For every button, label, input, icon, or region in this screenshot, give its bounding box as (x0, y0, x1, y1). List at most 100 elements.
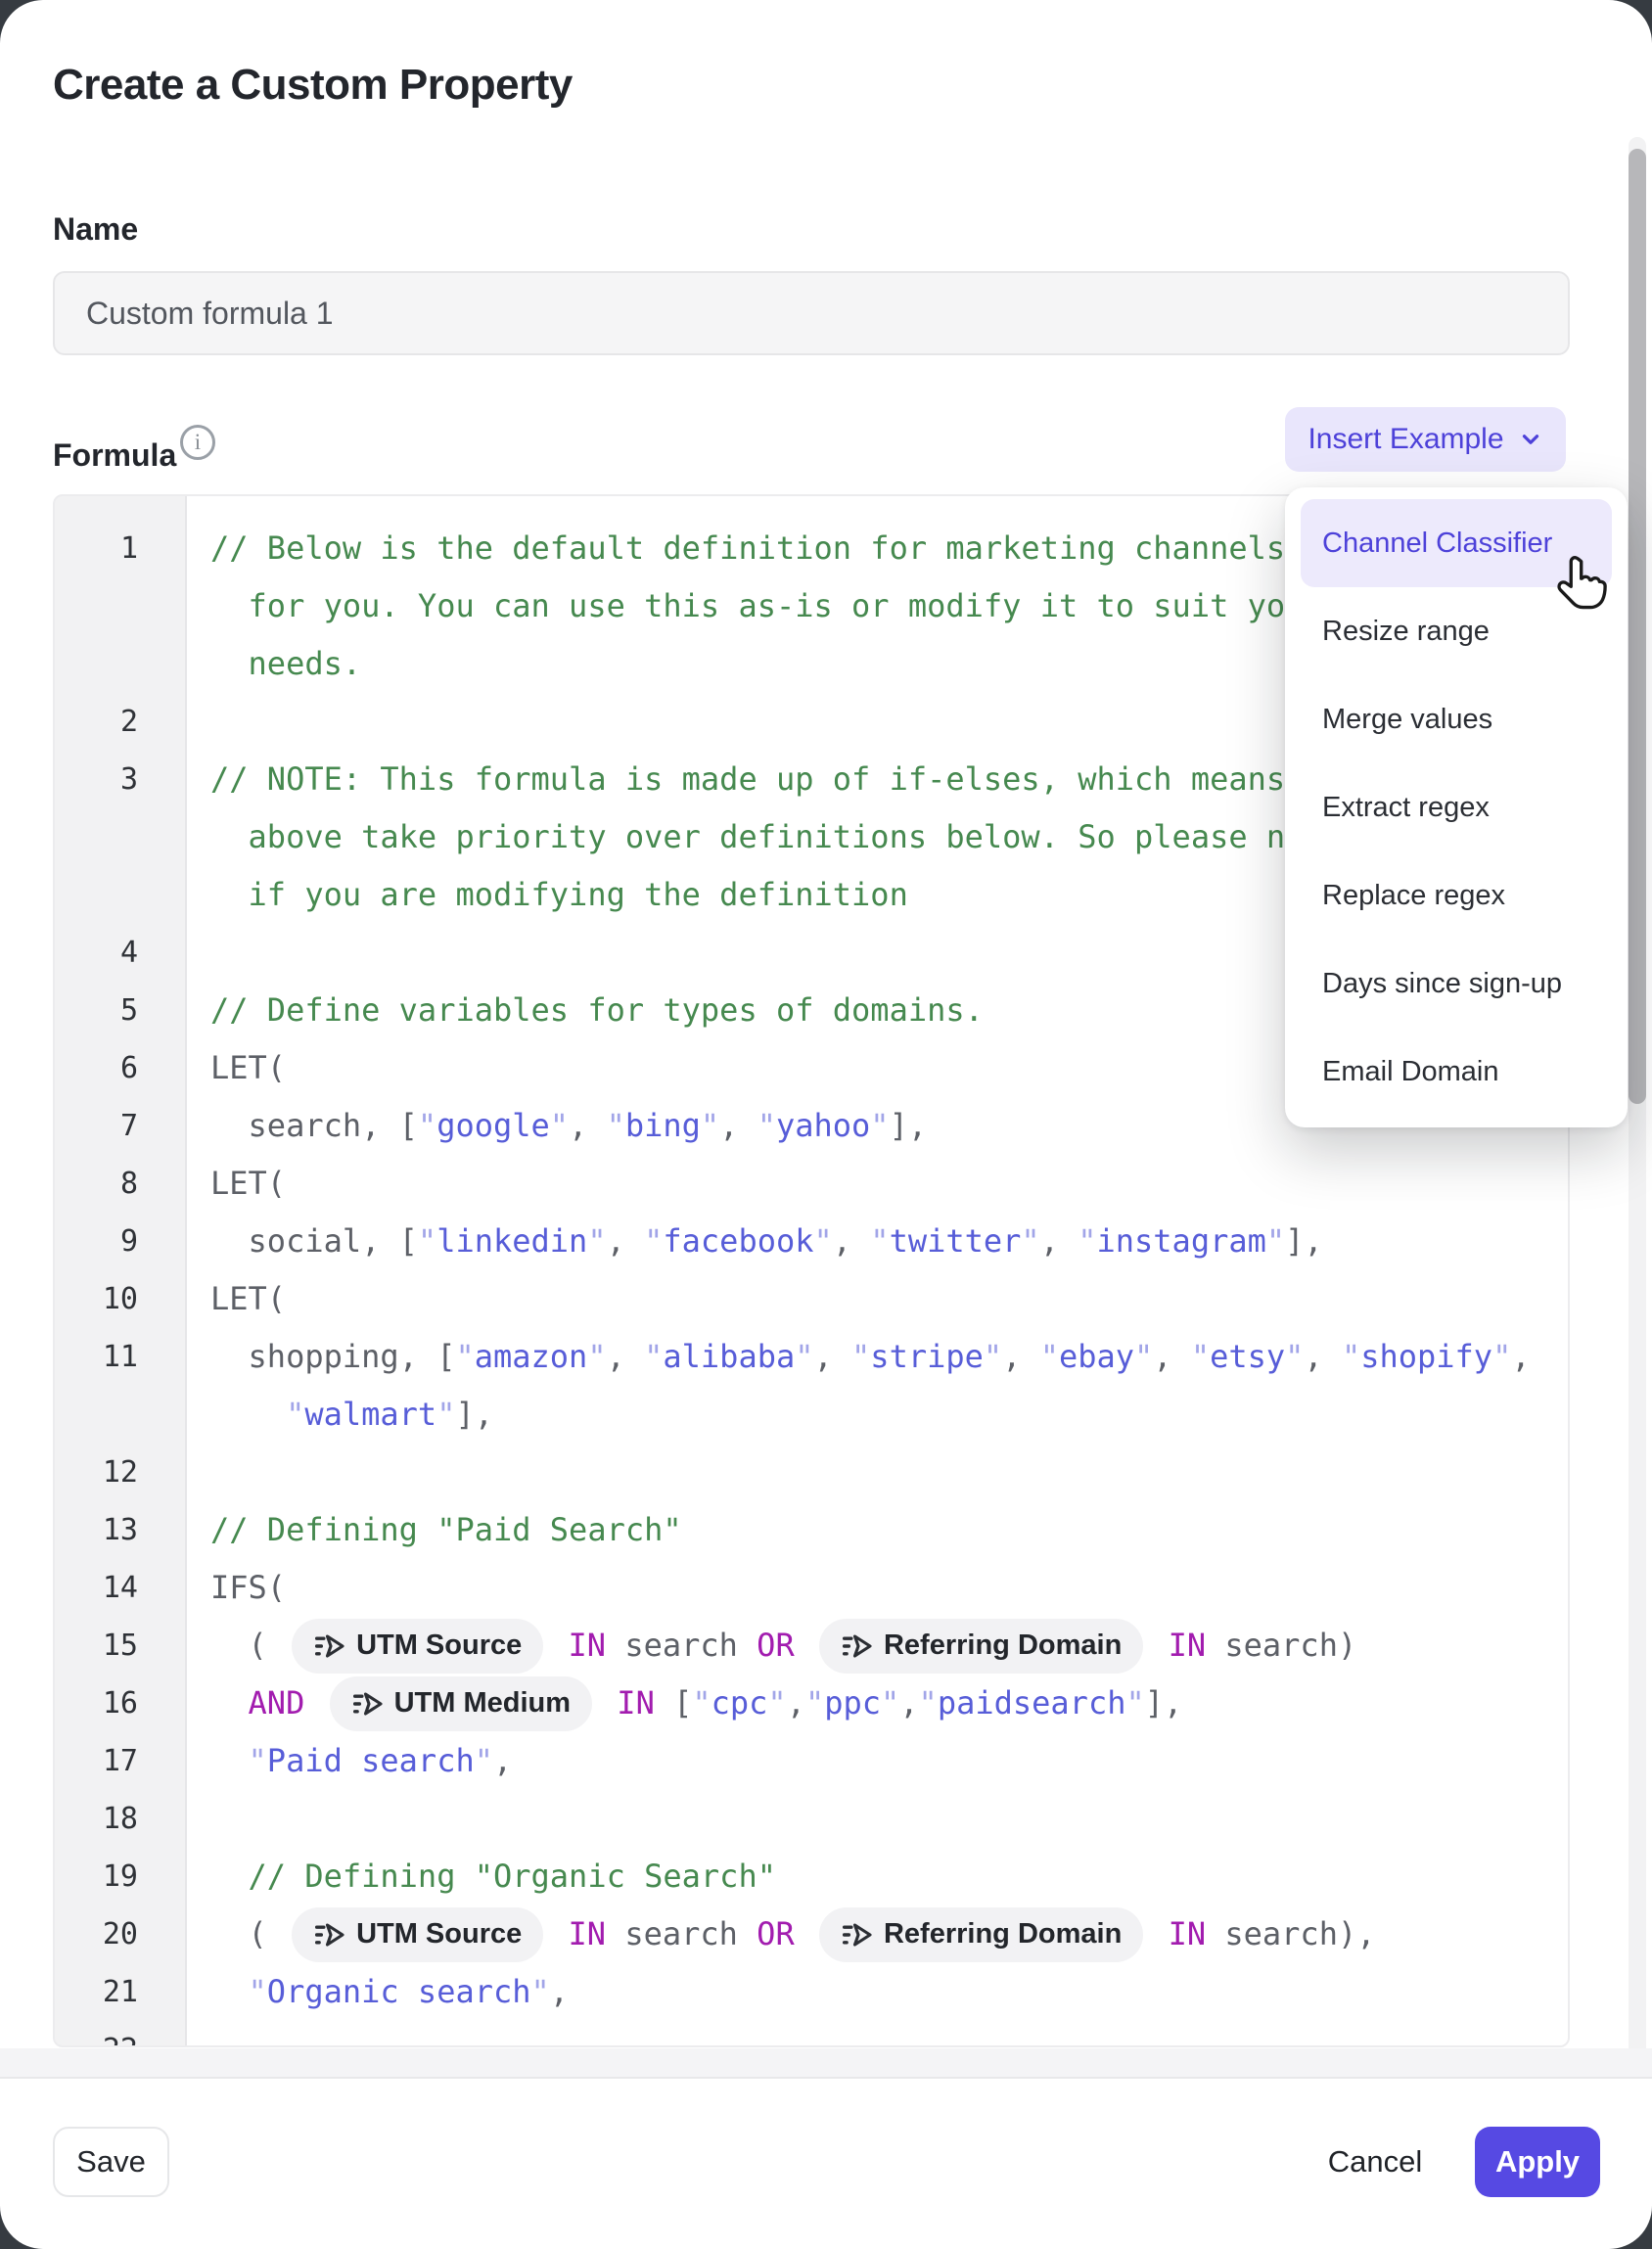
code-token: " (1021, 1213, 1039, 1270)
code-line: // Defining "Organic Search" (187, 1848, 776, 1905)
insert-example-label: Insert Example (1308, 423, 1503, 456)
code-token: " (692, 1675, 711, 1732)
dropdown-item-days-since-sign-up[interactable]: Days since sign-up (1301, 940, 1612, 1028)
code-row: 9 social, ["linkedin", "facebook", "twit… (55, 1213, 1568, 1270)
save-button[interactable]: Save (53, 2127, 169, 2197)
code-token: " (644, 1213, 663, 1270)
property-chip-label: Referring Domain (884, 1617, 1122, 1675)
code-token: etsy (1210, 1328, 1285, 1386)
line-number: 2 (55, 705, 187, 739)
property-icon (313, 1630, 344, 1662)
dropdown-item-channel-classifier[interactable]: Channel Classifier (1301, 499, 1612, 587)
code-token: " (919, 1675, 938, 1732)
code-token: " (1266, 1213, 1285, 1270)
code-token: ebay (1059, 1328, 1134, 1386)
code-token: stripe (870, 1328, 984, 1386)
code-token: ], (1145, 1675, 1183, 1732)
code-token: " (587, 1213, 606, 1270)
code-token: search) (1224, 1617, 1356, 1675)
dropdown-item-merge-values[interactable]: Merge values (1301, 675, 1612, 763)
property-chip[interactable]: Referring Domain (819, 1907, 1143, 1962)
code-token: " (757, 1097, 776, 1155)
name-input[interactable] (53, 271, 1570, 355)
code-token: cpc (711, 1675, 768, 1732)
code-line: ( UTM Source IN search OR Referring Doma… (187, 1617, 1356, 1675)
code-line: // Define variables for types of domains… (187, 982, 984, 1039)
code-token: linkedin (436, 1213, 587, 1270)
code-token: , (719, 1097, 757, 1155)
cancel-button[interactable]: Cancel (1311, 2127, 1439, 2197)
code-row: 14IFS( (55, 1559, 1568, 1617)
code-line: LET( (187, 1155, 286, 1213)
line-number: 20 (55, 1917, 187, 1951)
code-line: for you. You can use this as-is or modif… (187, 577, 1323, 635)
property-chip-label: UTM Medium (394, 1675, 571, 1732)
code-token: bing (625, 1097, 701, 1155)
code-token: paidsearch (938, 1675, 1126, 1732)
dropdown-item-email-domain[interactable]: Email Domain (1301, 1028, 1612, 1116)
code-token: , (787, 1675, 805, 1732)
code-line: LET( (187, 1270, 286, 1328)
code-token: " (984, 1328, 1002, 1386)
line-number: 8 (55, 1167, 187, 1201)
property-icon (841, 1919, 872, 1951)
formula-label: Formula (53, 437, 176, 474)
line-number: 14 (55, 1571, 187, 1605)
dropdown-item-extract-regex[interactable]: Extract regex (1301, 763, 1612, 851)
code-token: , (1304, 1328, 1342, 1386)
property-chip[interactable]: UTM Source (292, 1619, 543, 1674)
code-row: 10LET( (55, 1270, 1568, 1328)
code-row: 15 ( UTM Source IN search OR Referring D… (55, 1617, 1568, 1675)
code-token: " (1125, 1675, 1144, 1732)
code-row: 19 // Defining "Organic Search" (55, 1848, 1568, 1905)
code-token: amazon (475, 1328, 588, 1386)
code-token: , (607, 1328, 645, 1386)
code-token: search (624, 1905, 757, 1963)
line-number: 4 (55, 936, 187, 970)
info-icon[interactable]: i (180, 425, 215, 460)
property-chip[interactable]: Referring Domain (819, 1619, 1143, 1674)
create-custom-property-modal: Create a Custom Property Name Formula i … (0, 0, 1652, 2249)
code-token: , (814, 1328, 852, 1386)
code-token: IN (549, 1905, 624, 1963)
code-token: " (701, 1097, 719, 1155)
code-token: " (870, 1097, 889, 1155)
code-token: " (1342, 1328, 1360, 1386)
property-chip-label: UTM Source (356, 1905, 522, 1963)
line-number: 15 (55, 1629, 187, 1663)
code-line: AND UTM Medium IN ["cpc","ppc","paidsear… (187, 1675, 1182, 1732)
apply-button[interactable]: Apply (1475, 2127, 1600, 2197)
dropdown-item-replace-regex[interactable]: Replace regex (1301, 851, 1612, 940)
code-token: IN (549, 1617, 624, 1675)
code-row: 20 ( UTM Source IN search OR Referring D… (55, 1905, 1568, 1963)
code-token: ppc (824, 1675, 881, 1732)
code-row: "walmart"], (55, 1386, 1568, 1444)
insert-example-dropdown: Channel ClassifierResize rangeMerge valu… (1285, 487, 1628, 1127)
code-token: , (569, 1097, 607, 1155)
code-token: " (249, 1963, 267, 2021)
code-line: ( UTM Source IN search OR Referring Doma… (187, 1905, 1375, 1963)
code-token: Paid search (267, 1732, 475, 1790)
scrollbar-thumb[interactable] (1629, 149, 1646, 1104)
code-row: 11 shopping, ["amazon", "alibaba", "stri… (55, 1328, 1568, 1386)
property-chip-label: Referring Domain (884, 1905, 1122, 1963)
code-line: needs. (187, 635, 361, 693)
code-token: " (1191, 1328, 1210, 1386)
code-token: search, [ (210, 1097, 418, 1155)
property-chip[interactable]: UTM Source (292, 1907, 543, 1962)
line-number: 16 (55, 1686, 187, 1721)
code-token: " (795, 1328, 813, 1386)
name-label: Name (53, 211, 138, 248)
property-icon (313, 1919, 344, 1951)
property-chip[interactable]: UTM Medium (330, 1676, 592, 1731)
line-number: 6 (55, 1051, 187, 1085)
code-token: google (436, 1097, 550, 1155)
dropdown-item-resize-range[interactable]: Resize range (1301, 587, 1612, 675)
code-line: search, ["google", "bing", "yahoo"], (187, 1097, 927, 1155)
code-token: " (1134, 1328, 1153, 1386)
code-row: 8LET( (55, 1155, 1568, 1213)
code-token: // Define variables for types of domains… (210, 982, 984, 1039)
code-token: OR (757, 1905, 813, 1963)
code-token: LET( (210, 1270, 286, 1328)
insert-example-button[interactable]: Insert Example (1285, 407, 1566, 472)
